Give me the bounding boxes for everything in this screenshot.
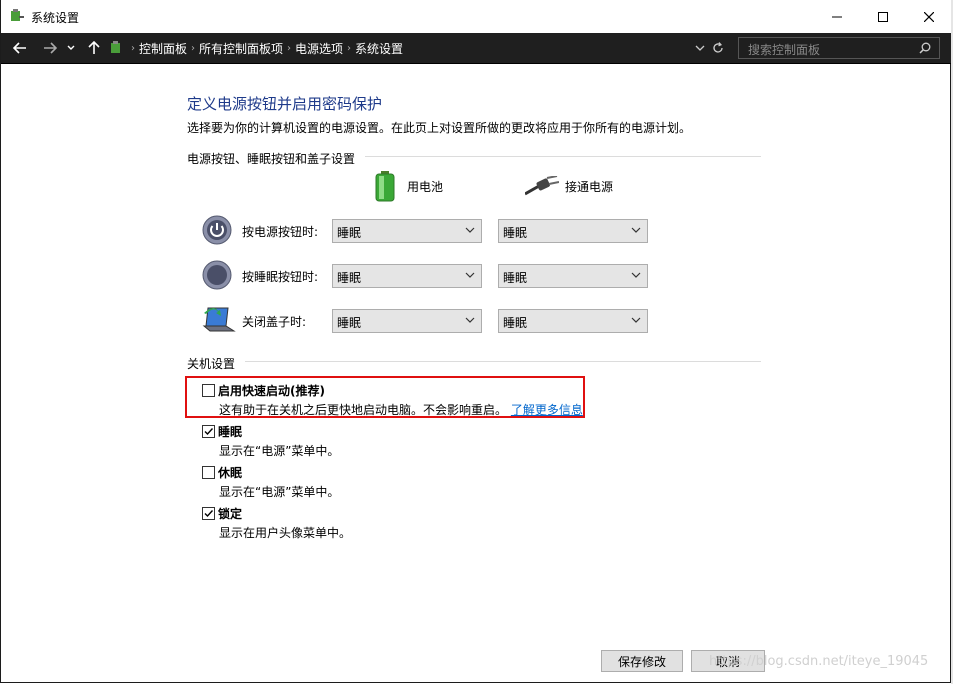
- sleep-button-icon: [202, 260, 232, 290]
- chevron-down-icon: [631, 317, 641, 323]
- chevron-down-icon: [631, 227, 641, 233]
- search-icon: [919, 42, 931, 54]
- breadcrumb-separator: ›: [287, 42, 292, 54]
- power-button-icon: [202, 215, 232, 245]
- content-area: 定义电源按钮并启用密码保护 选择要为你的计算机设置的电源设置。在此页上对设置所做…: [1, 64, 951, 683]
- lock-checkbox[interactable]: [202, 507, 215, 520]
- learn-more-link[interactable]: 了解更多信息: [511, 403, 583, 417]
- title-bar: 系统设置: [1, 0, 952, 33]
- breadcrumb-item[interactable]: 所有控制面板项: [199, 40, 283, 57]
- chevron-down-icon: [465, 272, 475, 278]
- select-value: 睡眠: [503, 271, 528, 285]
- maximize-icon: [878, 11, 888, 22]
- fast-startup-description: 这有助于在关机之后更快地启动电脑。不会影响重启。 了解更多信息: [219, 401, 583, 418]
- refresh-icon: [713, 42, 723, 53]
- chevron-down-icon: [465, 317, 475, 323]
- hibernate-option-label[interactable]: 休眠: [218, 464, 242, 481]
- fast-startup-checkbox[interactable]: [202, 384, 215, 397]
- hibernate-option-description: 显示在“电源”菜单中。: [219, 485, 340, 499]
- checkmark-icon: [204, 510, 214, 518]
- power-button-label: 按电源按钮时:: [242, 225, 319, 239]
- back-arrow-icon: [13, 42, 26, 54]
- forward-arrow-icon: [44, 42, 57, 54]
- save-button[interactable]: 保存修改: [601, 650, 683, 672]
- select-value: 睡眠: [337, 316, 362, 330]
- up-button[interactable]: [83, 37, 105, 59]
- power-button-plugged-select[interactable]: 睡眠: [498, 219, 648, 243]
- battery-column-header: 用电池: [373, 170, 443, 202]
- select-value: 睡眠: [337, 226, 362, 240]
- up-arrow-icon: [88, 41, 100, 54]
- lid-close-label: 关闭盖子时:: [242, 315, 307, 329]
- sleep-option-label[interactable]: 睡眠: [218, 423, 242, 440]
- fast-startup-desc-text: 这有助于在关机之后更快地启动电脑。不会影响重启。: [219, 403, 508, 417]
- forward-button[interactable]: [39, 37, 61, 59]
- select-value: 睡眠: [337, 271, 362, 285]
- power-plug-icon: [525, 176, 559, 196]
- power-section-title: 电源按钮、睡眠按钮和盖子设置: [187, 152, 356, 166]
- select-value: 睡眠: [503, 316, 528, 330]
- back-button[interactable]: [9, 37, 31, 59]
- breadcrumb-separator: ›: [191, 42, 196, 54]
- watermark-text: https://blog.csdn.net/iteye_19045: [709, 654, 929, 669]
- power-options-icon: [11, 9, 24, 21]
- breadcrumb-item[interactable]: 系统设置: [355, 40, 403, 57]
- maximize-button[interactable]: [860, 0, 906, 33]
- plugged-column-header: 接通电源: [525, 176, 613, 196]
- section-divider: [245, 361, 761, 362]
- lid-close-battery-select[interactable]: 睡眠: [332, 309, 482, 333]
- breadcrumb-separator: ›: [347, 42, 352, 54]
- sleep-button-plugged-select[interactable]: 睡眠: [498, 264, 648, 288]
- plugged-column-label: 接通电源: [565, 179, 614, 194]
- window: 系统设置 › 控制面板 › 所有控制面板项 › 电源选项 › 系统设置 搜索控制…: [0, 0, 952, 683]
- battery-column-label: 用电池: [407, 179, 444, 194]
- breadcrumb[interactable]: › 控制面板 › 所有控制面板项 › 电源选项 › 系统设置: [127, 37, 687, 59]
- shutdown-section-title: 关机设置: [187, 357, 236, 371]
- chevron-down-icon: [465, 227, 475, 233]
- hibernate-checkbox[interactable]: [202, 466, 215, 479]
- breadcrumb-separator: ›: [131, 42, 135, 54]
- fast-startup-label[interactable]: 启用快速启动(推荐): [218, 382, 325, 399]
- chevron-down-icon: [631, 272, 641, 278]
- minimize-icon: [832, 16, 842, 17]
- chevron-down-icon: [67, 45, 75, 50]
- section-divider: [365, 156, 761, 157]
- page-description: 选择要为你的计算机设置的电源设置。在此页上对设置所做的更改将应用于你所有的电源计…: [187, 121, 692, 135]
- battery-icon: [375, 171, 395, 202]
- sleep-button-label: 按睡眠按钮时:: [242, 270, 319, 284]
- sleep-button-battery-select[interactable]: 睡眠: [332, 264, 482, 288]
- address-bar: › 控制面板 › 所有控制面板项 › 电源选项 › 系统设置 搜索控制面板: [1, 33, 952, 64]
- search-placeholder: 搜索控制面板: [748, 43, 821, 57]
- minimize-button[interactable]: [814, 0, 860, 33]
- laptop-lid-icon: [202, 307, 236, 332]
- window-title: 系统设置: [31, 11, 80, 25]
- checkmark-icon: [204, 428, 214, 436]
- breadcrumb-item[interactable]: 控制面板: [139, 40, 187, 57]
- power-button-battery-select[interactable]: 睡眠: [332, 219, 482, 243]
- sleep-option-description: 显示在“电源”菜单中。: [219, 444, 340, 458]
- chevron-down-icon: [695, 45, 705, 51]
- control-panel-icon: [111, 41, 120, 53]
- sleep-checkbox[interactable]: [202, 425, 215, 438]
- lock-option-label[interactable]: 锁定: [218, 505, 242, 522]
- close-button[interactable]: [906, 0, 952, 33]
- lock-option-description: 显示在用户头像菜单中。: [219, 526, 352, 540]
- lid-close-plugged-select[interactable]: 睡眠: [498, 309, 648, 333]
- page-title: 定义电源按钮并启用密码保护: [187, 95, 383, 113]
- select-value: 睡眠: [503, 226, 528, 240]
- refresh-button[interactable]: [709, 37, 727, 59]
- breadcrumb-item[interactable]: 电源选项: [295, 40, 343, 57]
- address-dropdown-button[interactable]: [692, 37, 708, 59]
- search-input[interactable]: 搜索控制面板: [738, 37, 940, 59]
- close-icon: [924, 11, 934, 22]
- recent-locations-button[interactable]: [63, 37, 79, 59]
